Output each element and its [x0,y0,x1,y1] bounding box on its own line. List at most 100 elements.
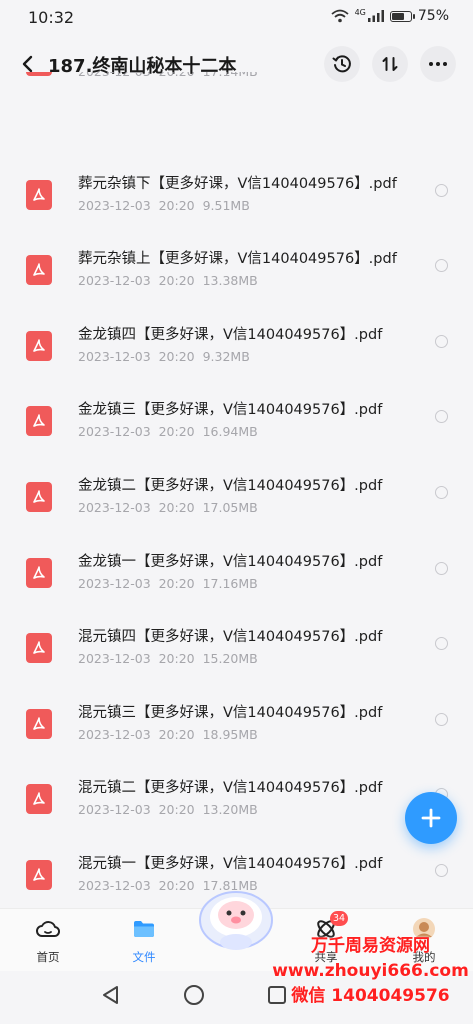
file-name: 金龙镇一【更多好课，V信1404049576】.pdf [78,553,383,570]
file-row[interactable]: 金龙镇一【更多好课，V信1404049576】.pdf 2023-12-03 20… [0,554,473,630]
file-date: 2023-12-03 [78,348,151,364]
nav-item-files[interactable]: 文件 [114,913,174,965]
sort-icon [382,57,398,71]
nav-label-home: 首页 [36,950,60,964]
status-indicators: 4G 75% [330,8,449,24]
file-size: 13.38MB [202,273,258,289]
share-badge: 34 [330,911,349,926]
battery-icon [389,10,415,22]
file-name: 混元镇四【更多好课，V信1404049576】.pdf [78,629,383,646]
select-checkbox[interactable] [435,486,448,499]
file-date: 2023-12-03 [78,726,151,742]
cloud-home-icon [36,921,60,937]
file-row[interactable]: 葬元杂镇上【更多好课，V信1404049576】.pdf 2023-12-03 2… [0,251,473,327]
file-meta: 2023-12-03 20:20 17.16MB [78,576,258,591]
wifi-icon [330,9,349,23]
pdf-file-icon [26,406,52,437]
file-row[interactable]: 混元镇四【更多好课，V信1404049576】.pdf 2023-12-03 20… [0,629,473,705]
file-size: 18.95MB [202,726,258,742]
file-size: 17.05MB [202,500,258,515]
folder-icon [134,921,154,937]
file-row[interactable]: 混元镇三【更多好课，V信1404049576】.pdf 2023-12-03 20… [0,705,473,781]
file-meta: 2023-12-03 20:20 9.51MB [78,198,250,213]
file-row[interactable]: 混元镇二【更多好课，V信1404049576】.pdf 2023-12-03 20… [0,780,473,856]
file-row[interactable]: 葬元杂镇下【更多好课，V信1404049576】.pdf2023-12-03 2… [0,72,473,118]
file-date: 2023-12-03 [78,72,151,79]
file-size: 17.16MB [202,575,258,591]
file-date: 2023-12-03 [78,878,151,893]
file-time: 20:20 [158,500,195,515]
file-date: 2023-12-03 [78,651,151,667]
file-time: 20:20 [158,802,195,818]
file-time: 20:20 [158,878,195,893]
file-name: 混元镇三【更多好课，V信1404049576】.pdf [78,704,383,721]
pdf-file-icon [26,482,52,512]
pdf-file-icon [26,179,52,210]
file-date: 2023-12-03 [78,575,151,591]
file-date: 2023-12-03 [78,802,151,818]
file-size: 16.94MB [202,424,258,440]
pdf-file-icon [26,708,52,739]
mascot-astronaut-icon[interactable] [196,884,276,952]
file-meta: 2023-12-03 20:20 17.05MB [78,500,258,515]
select-checkbox[interactable] [435,259,448,273]
file-row[interactable]: 金龙镇四【更多好课，V信1404049576】.pdf 2023-12-03 20… [0,327,473,403]
pdf-file-icon [26,72,52,76]
pdf-file-icon [26,860,52,890]
file-time: 20:20 [158,651,195,667]
file-time: 20:20 [158,348,195,364]
file-date: 2023-12-03 [78,197,151,213]
select-checkbox[interactable] [435,334,448,348]
file-name: 金龙镇四【更多好课，V信1404049576】.pdf [78,326,383,343]
battery-percent: 75% [417,8,449,24]
chevron-left-icon [22,55,33,73]
file-meta: 2023-12-03 20:20 18.95MB [78,727,258,742]
status-time: 10:32 [28,8,75,27]
plus-icon [421,808,441,828]
file-meta: 2023-12-03 20:20 17.14MB [78,72,258,79]
nav-item-home[interactable]: 首页 [18,913,78,965]
network-type-label: 4G [354,8,366,17]
select-checkbox[interactable] [435,410,448,424]
file-name: 金龙镇二【更多好课，V信1404049576】.pdf [78,478,383,494]
pdf-file-icon [26,633,52,664]
file-name: 金龙镇三【更多好课，V信1404049576】.pdf [78,402,383,419]
file-size: 13.20MB [202,802,258,818]
status-bar: 10:32 4G 75% [0,0,473,36]
file-meta: 2023-12-03 20:20 13.38MB [78,273,258,288]
select-checkbox[interactable] [435,712,448,726]
pdf-file-icon [26,255,52,286]
file-meta: 2023-12-03 20:20 15.20MB [78,651,258,666]
add-button[interactable] [405,792,457,844]
file-name: 混元镇二【更多好课，V信1404049576】.pdf [78,780,383,797]
file-date: 2023-12-03 [78,273,151,289]
file-row[interactable]: 金龙镇三【更多好课，V信1404049576】.pdf 2023-12-03 20… [0,402,473,478]
file-list: 葬元杂镇下【更多好课，V信1404049576】.pdf 2023-12-03 2… [0,72,473,910]
nav-recents-square-icon[interactable] [266,984,288,1006]
select-checkbox[interactable] [435,183,448,197]
file-size: 15.20MB [202,651,258,667]
watermark-line-1: 万千周易资源网 [311,936,430,956]
file-time: 20:20 [159,72,195,79]
pdf-file-icon [26,557,52,588]
nav-back-triangle-icon[interactable] [100,984,122,1006]
nav-label-files: 文件 [132,950,156,964]
select-checkbox[interactable] [435,864,448,877]
file-date: 2023-12-03 [78,500,151,515]
pdf-file-icon [26,784,52,815]
signal-icon [367,10,384,22]
file-time: 20:20 [158,424,195,440]
select-checkbox[interactable] [435,561,448,575]
file-time: 20:20 [158,197,195,213]
file-row[interactable]: 葬元杂镇下【更多好课，V信1404049576】.pdf2023-12-03 2… [0,176,473,252]
file-meta: 2023-12-03 20:20 9.32MB [78,349,250,364]
file-row[interactable]: 金龙镇二【更多好课，V信1404049576】.pdf 2023-12-03 20… [0,478,473,554]
system-nav-bar [0,970,473,1024]
more-icon [429,62,447,66]
file-size: 17.14MB [203,72,258,79]
file-time: 20:20 [158,726,195,742]
select-checkbox[interactable] [435,637,448,651]
file-size: 9.32MB [202,348,250,364]
nav-home-circle-icon[interactable] [183,984,205,1006]
file-time: 20:20 [158,575,195,591]
